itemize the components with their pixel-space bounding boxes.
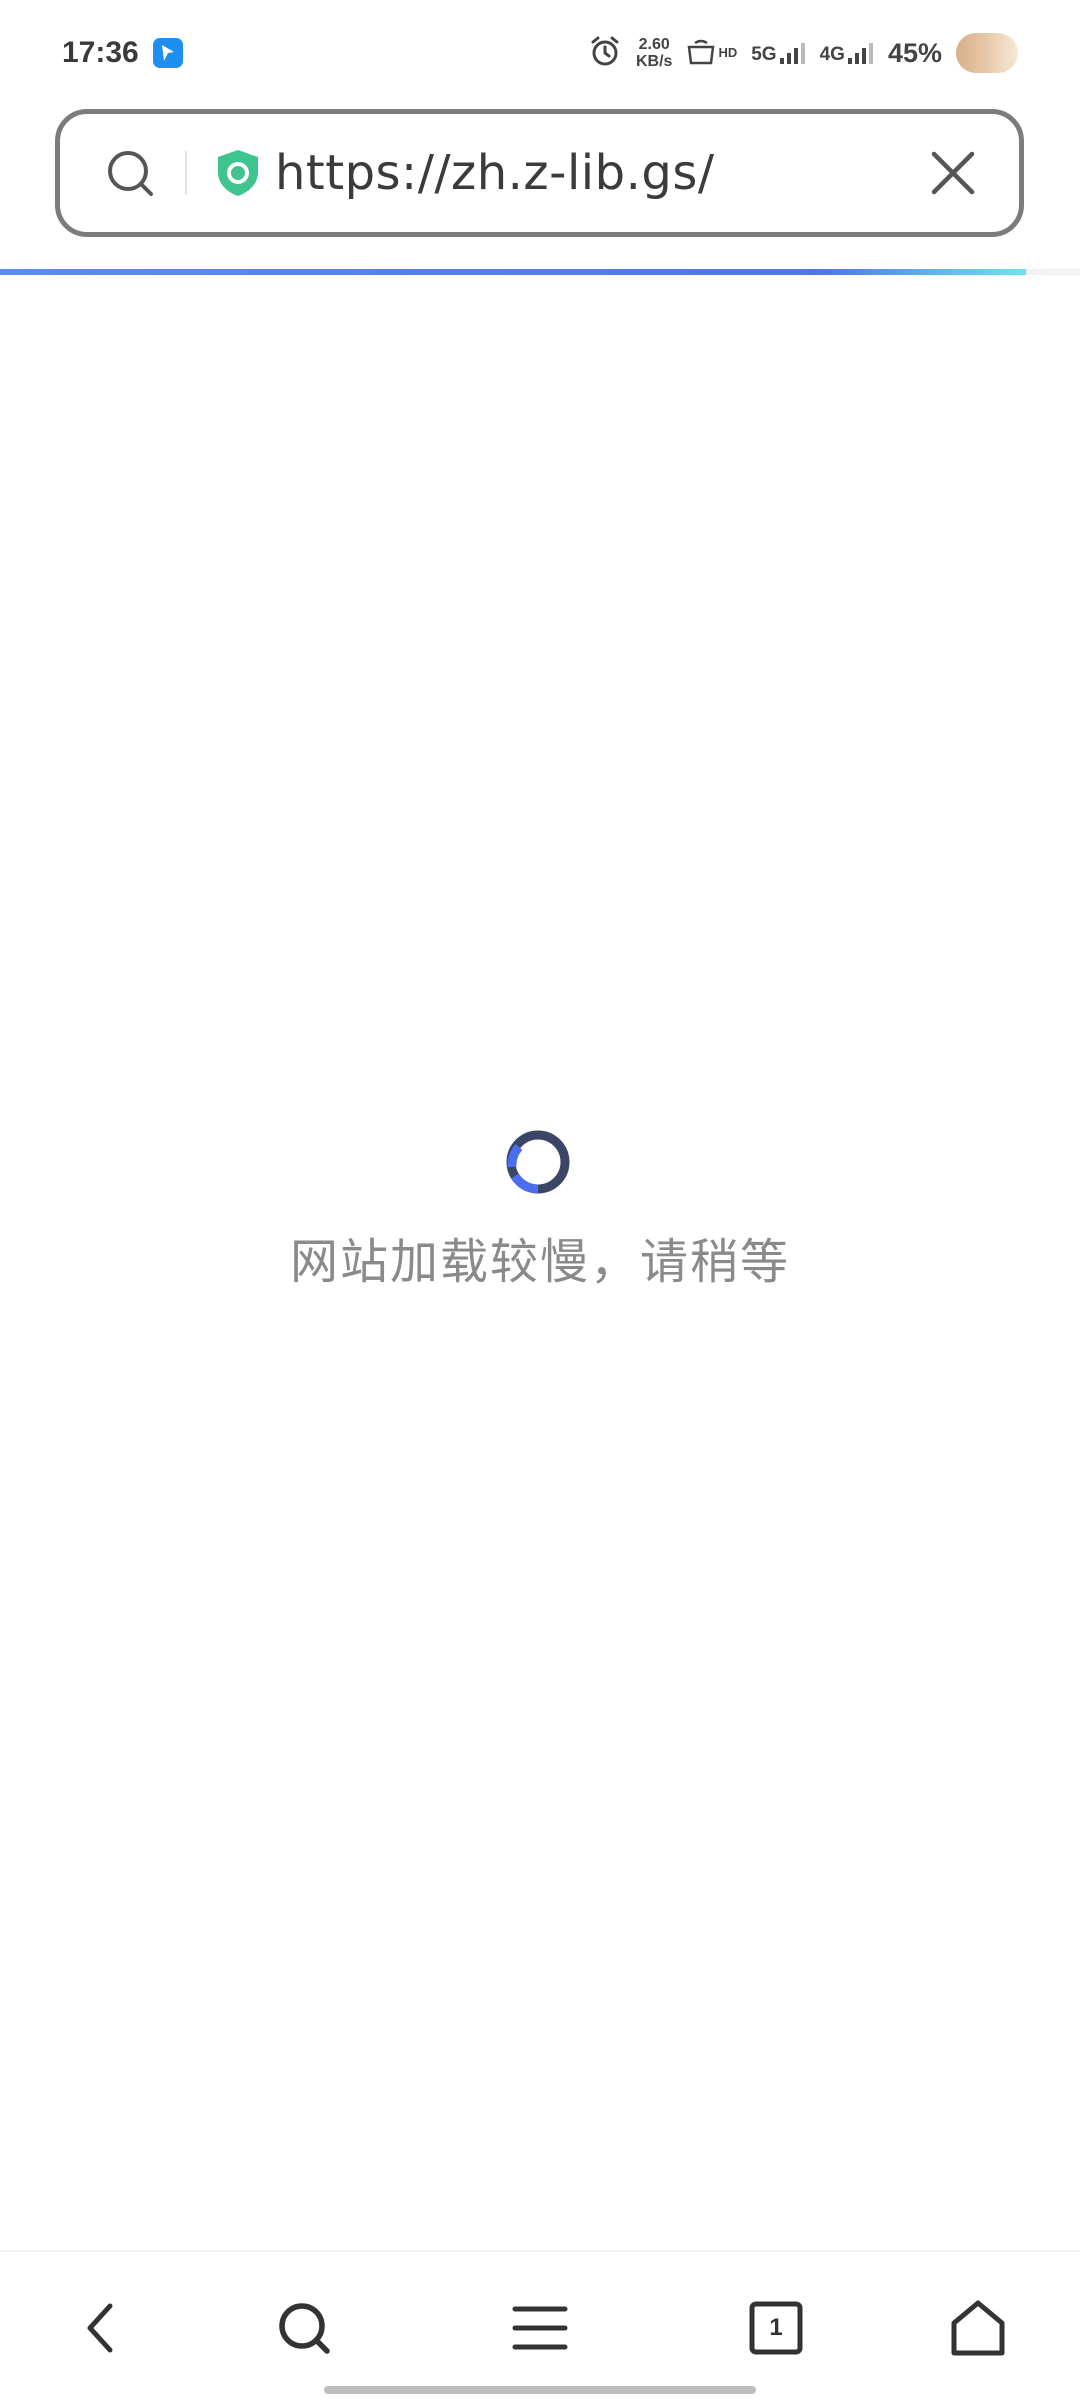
menu-button[interactable] bbox=[508, 2296, 572, 2360]
address-divider bbox=[185, 151, 187, 195]
tabs-button[interactable]: 1 bbox=[744, 2296, 808, 2360]
home-button[interactable] bbox=[946, 2296, 1010, 2360]
search-button[interactable] bbox=[272, 2296, 336, 2360]
menu-icon bbox=[512, 2306, 568, 2350]
net-speed-unit: KB/s bbox=[636, 53, 673, 70]
close-icon[interactable] bbox=[925, 145, 981, 201]
sim2-network: 4G bbox=[819, 44, 845, 65]
address-bar[interactable]: https://zh.z-lib.gs/ bbox=[55, 109, 1024, 237]
battery-level: 45% bbox=[887, 37, 942, 68]
signal-5g-icon: 5G bbox=[751, 42, 805, 64]
security-shield-icon[interactable] bbox=[215, 148, 261, 198]
search-icon[interactable] bbox=[105, 148, 155, 198]
loading-progress-bar bbox=[0, 269, 1080, 275]
signal-4g-icon: 4G bbox=[820, 42, 874, 64]
status-icons: 2.60 KB/s HD 5G 4G 45% bbox=[588, 33, 1018, 73]
hd-label: HD bbox=[718, 45, 738, 60]
loading-spinner-icon bbox=[502, 1126, 574, 1198]
hd-voice-icon: HD bbox=[686, 39, 737, 67]
search-icon bbox=[279, 2303, 330, 2354]
loading-message: 网站加载较慢，请稍等 bbox=[289, 1234, 790, 1290]
tabs-icon: 1 bbox=[749, 2301, 803, 2355]
back-icon bbox=[87, 2303, 113, 2353]
status-bar: 17:36 2.60 KB/s HD 5G 4G 45% bbox=[0, 0, 1080, 106]
avatar bbox=[956, 33, 1018, 73]
bottom-navigation: 1 bbox=[0, 2250, 1080, 2400]
home-indicator[interactable] bbox=[324, 2386, 756, 2394]
sim1-network: 5G bbox=[751, 44, 777, 65]
home-icon bbox=[951, 2300, 1005, 2356]
net-speed-value: 2.60 bbox=[638, 36, 670, 53]
net-speed: 2.60 KB/s bbox=[636, 36, 672, 70]
tab-count: 1 bbox=[769, 2314, 783, 2341]
url-text[interactable]: https://zh.z-lib.gs/ bbox=[275, 145, 715, 201]
loading-progress-fill bbox=[0, 269, 1026, 275]
app-badge-icon bbox=[152, 38, 183, 68]
alarm-icon bbox=[588, 34, 622, 72]
status-time: 17:36 bbox=[62, 36, 139, 69]
back-button[interactable] bbox=[68, 2296, 132, 2360]
